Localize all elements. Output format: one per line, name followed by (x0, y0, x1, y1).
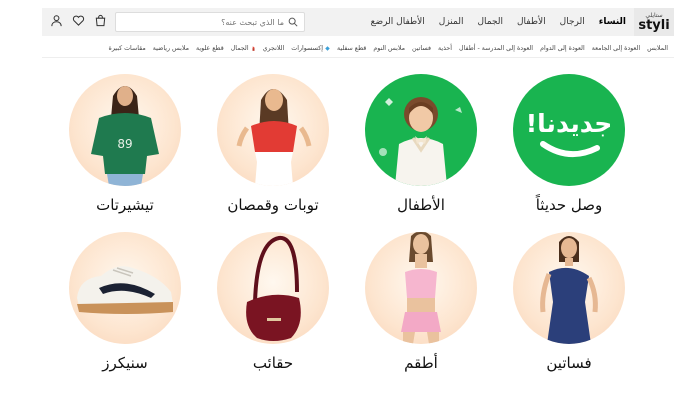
kids-photo-illustration (379, 97, 462, 186)
sets-photo-illustration (401, 232, 441, 344)
category-bottoms[interactable]: قطع سفلية (337, 45, 366, 52)
bag-icon[interactable] (94, 14, 107, 27)
category-back-to-work[interactable]: العودة إلى الدوام (540, 45, 585, 52)
tab-women[interactable]: النساء (599, 17, 626, 27)
sets-image (365, 232, 477, 344)
diamond-icon (325, 46, 330, 51)
category-plus-size[interactable]: مقاسات كبيرة (109, 45, 146, 52)
tile-label: حقائب (252, 354, 294, 372)
category-menu: الملابس العودة إلى الجامعة العودة إلى ال… (42, 40, 674, 58)
gender-tabs: النساء الرجال الأطفال الجمال المنزل الأط… (371, 8, 626, 36)
styli-logo[interactable]: ستايلي styli (634, 8, 674, 36)
tops-photo-illustration (236, 89, 312, 186)
search-input[interactable] (122, 17, 284, 27)
category-accessories-label: إكسسوارات (291, 45, 323, 52)
bags-photo-illustration (246, 236, 301, 341)
logo-english-text: styli (638, 17, 670, 33)
tile-kids[interactable]: الأطفال (351, 74, 491, 214)
tile-label: وصل حديثاً (535, 196, 603, 214)
category-dresses[interactable]: فساتين (412, 45, 431, 52)
tile-label: سنيكرز (102, 354, 148, 372)
new-arrivals-badge: جديدنا! (526, 109, 612, 157)
heart-icon[interactable] (72, 14, 85, 27)
tile-bags[interactable]: حقائب (203, 232, 343, 372)
category-back-to-university[interactable]: العودة إلى الجامعة (592, 45, 640, 52)
search-bar (115, 12, 305, 32)
sneakers-image (69, 232, 181, 344)
tab-beauty[interactable]: الجمال (477, 17, 503, 27)
tops-image (217, 74, 329, 186)
category-sleepwear[interactable]: ملابس النوم (373, 45, 405, 52)
new-arrivals-image: جديدنا! (513, 74, 625, 186)
tile-label: أطقم (404, 354, 438, 372)
search-icon[interactable] (288, 17, 298, 27)
tile-sets[interactable]: أطقم (351, 232, 491, 372)
svg-text:89: 89 (117, 137, 132, 151)
badge-text: جديدنا! (526, 109, 612, 138)
tile-label: توبات وقمصان (227, 196, 319, 214)
user-icon[interactable] (50, 14, 63, 27)
tile-tshirts[interactable]: 89 تيشيرتات (55, 74, 195, 214)
top-navigation-bar: ستايلي styli النساء الرجال الأطفال الجما… (42, 8, 674, 36)
dresses-photo-illustration (540, 236, 598, 344)
tile-label: تيشيرتات (96, 196, 154, 214)
category-sportswear[interactable]: ملابس رياضية (153, 45, 189, 52)
tshirts-image: 89 (69, 74, 181, 186)
tile-new-arrivals[interactable]: جديدنا! وصل حديثاً (499, 74, 639, 214)
tile-label: فساتين (546, 354, 592, 372)
bags-image (217, 232, 329, 344)
tab-men[interactable]: الرجال (560, 17, 585, 27)
category-back-to-school-kids[interactable]: العودة إلى المدرسة - أطفال (459, 45, 533, 52)
category-lingerie[interactable]: اللانجري (263, 45, 285, 52)
category-beauty-label: الجمال (230, 45, 249, 52)
tile-tops-shirts[interactable]: توبات وقمصان (203, 74, 343, 214)
tshirts-photo-illustration: 89 (91, 86, 159, 186)
dresses-image (513, 232, 625, 344)
category-accessories[interactable]: إكسسوارات (291, 45, 330, 52)
category-tops[interactable]: قطع علوية (196, 45, 224, 52)
category-beauty[interactable]: الجمال (231, 45, 256, 52)
lipstick-icon (252, 46, 255, 51)
tab-home[interactable]: المنزل (439, 17, 464, 27)
tile-label: الأطفال (397, 196, 445, 214)
kids-image (365, 74, 477, 186)
category-shoes[interactable]: أحذية (438, 45, 452, 52)
tile-sneakers[interactable]: سنيكرز (55, 232, 195, 372)
category-clothing[interactable]: الملابس (647, 45, 668, 52)
tab-kids[interactable]: الأطفال (517, 17, 546, 27)
sneakers-photo-illustration (77, 266, 173, 314)
tile-dresses[interactable]: فساتين (499, 232, 639, 372)
header-icons (50, 14, 107, 27)
tab-babies[interactable]: الأطفال الرضع (371, 17, 425, 27)
